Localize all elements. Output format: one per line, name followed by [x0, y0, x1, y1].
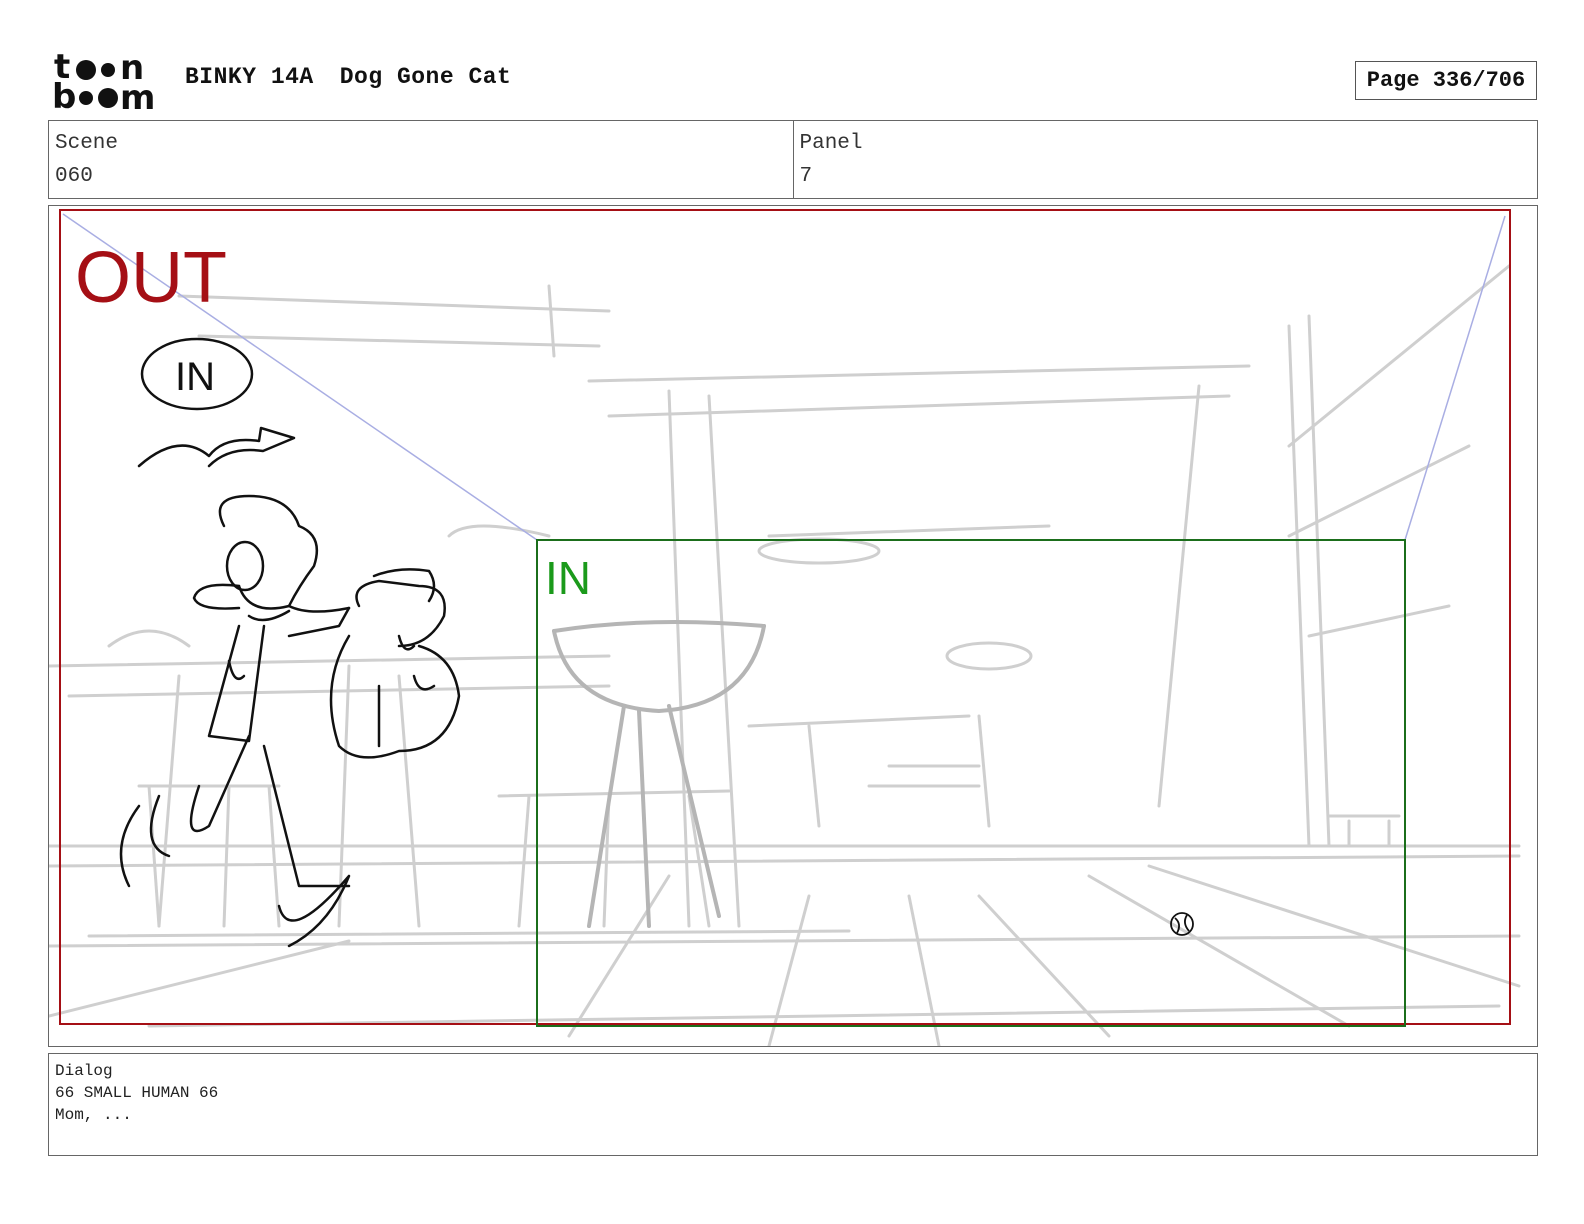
scene-cell: Scene 060 [49, 121, 793, 198]
perspective-guide-right [1404, 215, 1506, 541]
dialog-label: Dialog [55, 1062, 113, 1080]
in-frame [536, 539, 1406, 1027]
character-sketch [119, 337, 461, 948]
sketch-note-in: IN [175, 355, 215, 399]
svg-text:b: b [52, 77, 76, 112]
panel-value: 7 [799, 165, 813, 188]
episode-name: Dog Gone Cat [339, 64, 512, 90]
page-counter: Page 336/706 [1355, 61, 1537, 100]
in-label: IN [545, 552, 591, 604]
background-sketch [49, 264, 1521, 1046]
dialog-box: Dialog 66 SMALL HUMAN 66 Mom, ... [48, 1053, 1538, 1156]
stool-sketch [552, 620, 766, 928]
out-label: OUT [75, 238, 227, 318]
panel-cell: Panel 7 [792, 121, 1538, 198]
show-name: BINKY 14A [185, 64, 314, 90]
toon-boom-logo: t n b m [52, 50, 155, 112]
storyboard-panel: OUT IN IN [48, 205, 1538, 1047]
dialog-character: 66 SMALL HUMAN 66 [55, 1084, 219, 1102]
panel-label: Panel [799, 132, 863, 155]
scene-value: 060 [55, 165, 93, 188]
document-title: BINKY 14A Dog Gone Cat [185, 64, 537, 90]
scene-label: Scene [55, 132, 119, 155]
scene-panel-info: Scene 060 Panel 7 [48, 120, 1538, 199]
dialog-line: Mom, ... [55, 1106, 132, 1124]
svg-text:m: m [120, 78, 155, 112]
storyboard-sketch: OUT IN IN [49, 209, 1521, 1046]
